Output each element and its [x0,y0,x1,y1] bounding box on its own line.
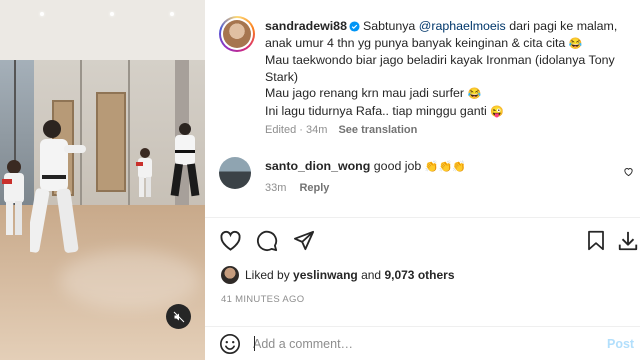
caption-emoji: 😂 [467,88,482,101]
post-details-panel: sandradewi88 Sabtunya @raphaelmoeis dari … [205,0,640,360]
emoji-picker-icon[interactable] [219,333,241,355]
ceiling-lamp [110,12,114,16]
comment-meta: 33m Reply [265,182,329,194]
bookmark-icon[interactable] [587,230,605,251]
share-icon[interactable] [293,230,315,251]
author-avatar[interactable] [219,16,255,52]
liker-avatar[interactable] [221,266,239,284]
see-translation-link[interactable]: See translation [338,124,417,136]
first-liker-username[interactable]: yeslinwang [293,268,358,282]
likes-conjunction: and [361,268,382,282]
verified-badge-icon [349,21,360,32]
caption-line-text: Mau taekwondo biar jago beladiri kayak I… [265,53,615,68]
instructor-figure-mirror [170,123,200,197]
caption-emoji: 😂 [568,37,583,50]
post-time: 34m [305,124,328,136]
post-media-video[interactable] [0,0,205,360]
mirror-seam [128,60,130,210]
comment-emoji: 👏👏👏 [424,161,466,173]
post-comment-button[interactable]: Post [607,337,634,351]
likes-others-link[interactable]: 9,073 others [384,268,454,282]
caption-line-text: dari pagi ke malam, [505,19,618,33]
comment-like-heart-icon[interactable] [623,166,634,177]
caption-line-text: Ini lagu tidurnya Rafa.. tiap minggu gan… [265,103,491,118]
add-comment-bar: Post [205,327,640,360]
avatar-inner [221,18,253,50]
avatar-image [223,20,251,48]
ceiling-lamp [40,12,44,16]
comment-text: good job [373,159,422,173]
caption-emoji: 😜 [490,105,504,118]
post-timestamp[interactable]: 41 MINUTES AGO [221,294,304,305]
download-icon[interactable] [617,230,639,252]
comment-input[interactable] [253,335,583,353]
commenter-avatar[interactable] [219,157,251,189]
caption-line-text: anak umur 4 thn yg punya banyak keingina… [265,35,569,50]
likes-prefix: Liked by [245,268,290,282]
comment-username[interactable]: santo_dion_wong [265,159,370,173]
speaker-muted-icon [173,311,184,322]
caption-text: Sabtunya @raphaelmoeis dari pagi ke mala… [265,19,617,118]
post-caption: sandradewi88 Sabtunya @raphaelmoeis dari … [265,18,630,121]
reply-button[interactable]: Reply [299,182,329,194]
adult-figure-front [30,120,86,253]
ceiling-lamp [170,12,174,16]
post-meta: Edited · 34m See translation [265,124,418,136]
caption-line-text: Stark) [265,69,299,84]
post-action-bar [219,230,638,252]
text-caret [254,336,255,351]
likes-summary: Liked by yeslinwang and 9,073 others [221,266,455,284]
comment-item: santo_dion_wong good job 👏👏👏 [265,159,466,173]
media-ceiling [0,0,205,62]
child-figure-mirror [136,148,152,197]
comment-icon[interactable] [256,230,278,252]
author-username[interactable]: sandradewi88 [265,19,347,33]
media-shelf [96,92,126,192]
caption-line-text: Sabtunya [362,19,419,33]
heart-icon[interactable] [219,230,242,251]
mute-toggle-button[interactable] [166,304,191,329]
divider [205,217,640,218]
mention-link[interactable]: @raphaelmoeis [419,19,506,33]
caption-line-text: Mau jago renang krn mau jadi surfer [265,86,468,101]
comment-time: 33m [265,182,287,194]
edited-label: Edited [265,124,297,136]
